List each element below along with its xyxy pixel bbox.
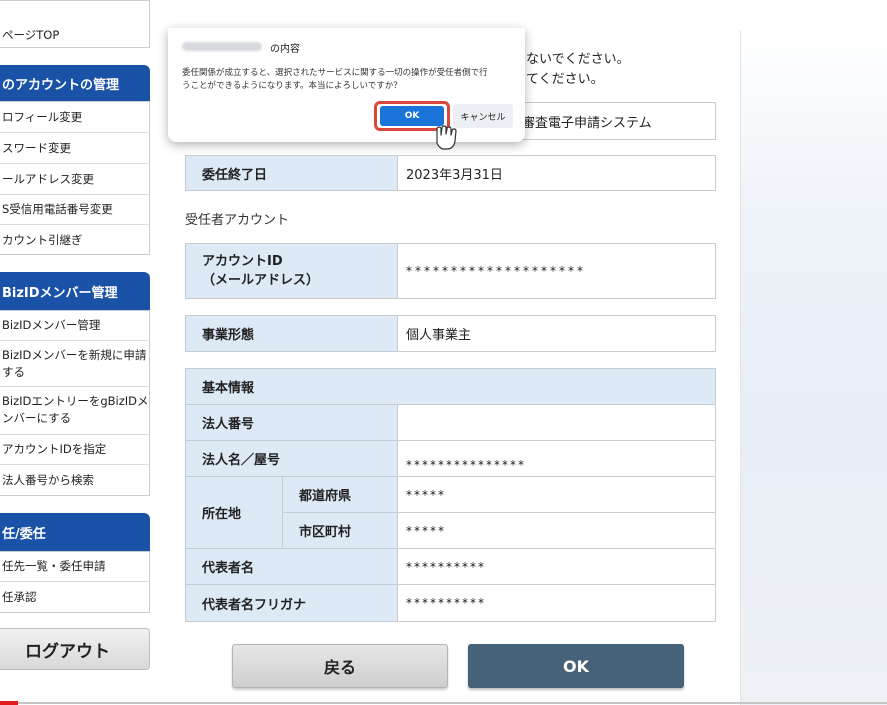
address-label: 所在地 [186, 477, 283, 548]
account-id-label-line-1: アカウントID [202, 254, 283, 269]
video-progress-track[interactable] [18, 702, 887, 704]
address-subrows: 都道府県 ***** 市区町村 ***** [283, 477, 715, 548]
dialog-cancel-button[interactable]: キャンセル [453, 104, 513, 128]
corp-name-label: 法人名／屋号 [186, 441, 398, 476]
sidebar-section-delegation: 任/委任 [0, 513, 150, 551]
ok-button[interactable]: OK [468, 644, 684, 688]
rep-name-label: 代表者名 [186, 549, 398, 584]
notice-line-1: ないでください。 [526, 52, 630, 67]
page-background-right [740, 0, 887, 705]
prefecture-row: 都道府県 ***** [283, 477, 715, 513]
sidebar-item-delegation-approve[interactable]: 任承認 [0, 582, 150, 612]
business-type-value: 個人事業主 [406, 328, 472, 343]
sidebar-item-specify-account-id[interactable]: アカウントIDを指定 [0, 435, 150, 465]
rep-kana-row: 代表者名フリガナ ********** [186, 585, 715, 621]
dialog-title: の内容 [270, 44, 300, 55]
rep-kana-value: ********** [406, 596, 486, 610]
sidebar-item-password[interactable]: スワード変更 [0, 133, 150, 164]
sidebar-section-account: のアカウントの管理 [0, 65, 150, 101]
corp-name-value: *************** [406, 457, 526, 472]
account-id-value: ******************** [406, 264, 586, 278]
prefecture-value: ***** [406, 487, 446, 502]
dialog-origin-blurred [182, 42, 262, 51]
dialog-message: 委任関係が成立すると、選択されたサービスに関する一切の操作が受任者側で行 うこと… [182, 67, 517, 93]
sidebar-item-entry-to-member[interactable]: BizIDエントリーをgBizIDメンバーにする [0, 387, 150, 435]
video-progress-played [0, 701, 18, 705]
sidebar-item-page-top[interactable]: ページTOP [0, 24, 150, 46]
end-date-value: 2023年3月31日 [406, 167, 503, 183]
mouse-pointer-icon [436, 125, 457, 150]
rep-name-value: ********** [406, 559, 486, 574]
sidebar-item-profile[interactable]: ロフィール変更 [0, 102, 150, 133]
logout-button[interactable]: ログアウト [0, 628, 150, 670]
account-id-label: アカウントID （メールアドレス） [186, 244, 398, 298]
city-value: ***** [406, 523, 446, 538]
sidebar-item-member-new[interactable]: BizIDメンバーを新規に申請する [0, 341, 150, 387]
corp-number-value [398, 405, 715, 440]
prefecture-label: 都道府県 [283, 477, 398, 512]
city-label: 市区町村 [283, 513, 398, 548]
sidebar-item-member-manage[interactable]: BizIDメンバー管理 [0, 311, 150, 341]
basic-info-header: 基本情報 [186, 369, 715, 405]
dialog-message-line-1: 委任関係が成立すると、選択されたサービスに関する一切の操作が受任者側で行 [182, 68, 488, 78]
back-button[interactable]: 戻る [232, 644, 448, 688]
address-row: 所在地 都道府県 ***** 市区町村 ***** [186, 477, 715, 549]
end-date-label: 委任終了日 [186, 156, 398, 190]
rep-kana-label: 代表者名フリガナ [186, 585, 398, 621]
account-id-label-line-2: （メールアドレス） [202, 273, 320, 288]
dialog-message-line-2: うことができるようになります。本当によろしいですか？ [182, 81, 402, 91]
sidebar-item-search-corp-number[interactable]: 法人番号から検索 [0, 465, 150, 495]
city-row: 市区町村 ***** [283, 513, 715, 548]
corp-number-label: 法人番号 [186, 405, 398, 440]
sidebar-item-email[interactable]: ールアドレス変更 [0, 164, 150, 195]
corp-number-row: 法人番号 [186, 405, 715, 441]
corp-name-row: 法人名／屋号 *************** [186, 441, 715, 477]
confirm-dialog: の内容 委任関係が成立すると、選択されたサービスに関する一切の操作が受任者側で行… [168, 28, 525, 142]
business-type-row: 事業形態 個人事業主 [185, 315, 716, 352]
dialog-ok-label: OK [380, 106, 444, 126]
account-id-row: アカウントID （メールアドレス） ******************** [185, 243, 716, 299]
sidebar-item-sms-phone[interactable]: S受信用電話番号変更 [0, 195, 150, 225]
end-date-row: 委任終了日 2023年3月31日 [185, 155, 716, 191]
rep-name-row: 代表者名 ********** [186, 549, 715, 585]
sidebar-item-delegation-list[interactable]: 任先一覧・委任申請 [0, 552, 150, 582]
sidebar-item-account-transfer[interactable]: カウント引継ぎ [0, 225, 150, 255]
sidebar-section-members: BizIDメンバー管理 [0, 272, 150, 310]
business-type-label: 事業形態 [186, 316, 398, 351]
delegatee-section-label: 受任者アカウント [185, 213, 290, 228]
basic-info-table: 基本情報 法人番号 法人名／屋号 *************** 所在地 都道府… [185, 368, 716, 622]
notice-line-2: てください。 [526, 72, 604, 87]
